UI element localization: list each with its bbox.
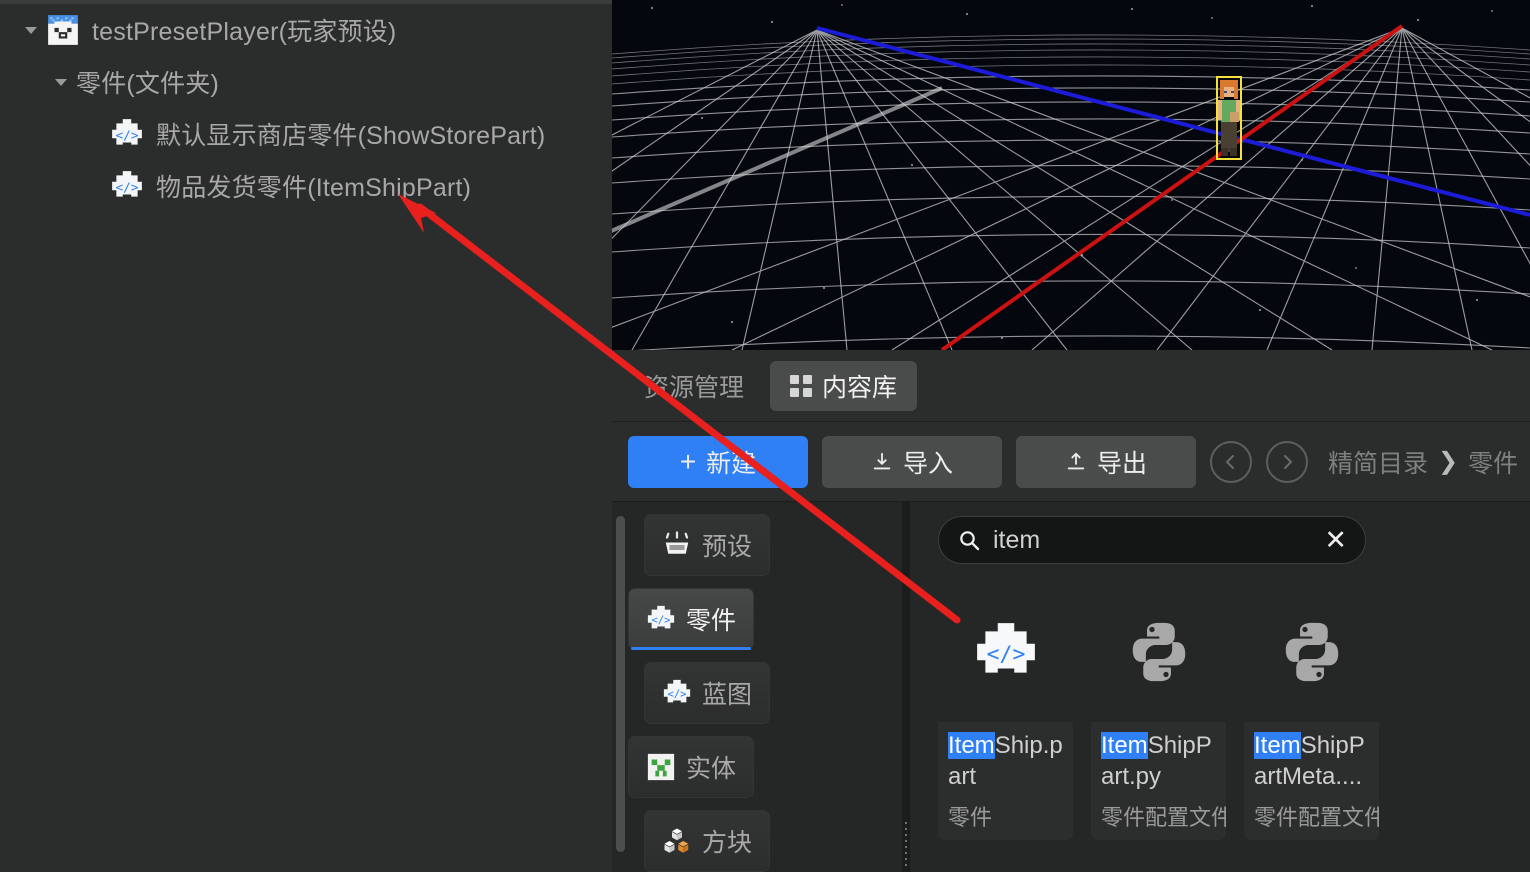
panel-tabbar: 资源管理 内容库: [612, 350, 1530, 422]
search-icon: [960, 531, 980, 551]
nav-back-button[interactable]: [1210, 440, 1252, 483]
library-body: 预设 </> 零件 </> 蓝图 实体 方块 item ✕ </> ItemSh…: [612, 502, 1530, 872]
search-value[interactable]: item: [993, 526, 1312, 555]
breadcrumb-item-current[interactable]: 零件: [1468, 444, 1518, 480]
upload-icon: [1067, 452, 1085, 469]
new-button-label: 新建: [706, 449, 757, 478]
part-icon: </>: [112, 119, 142, 145]
close-icon[interactable]: ✕: [1324, 526, 1347, 554]
chevron-down-icon[interactable]: [22, 21, 40, 39]
tree-node-label: 默认显示商店零件(ShowStorePart): [156, 122, 546, 150]
puzzle-code-icon: </>: [647, 605, 675, 629]
new-button[interactable]: + 新建: [628, 435, 808, 488]
match-highlight: Item: [1101, 732, 1148, 759]
download-icon: [873, 452, 891, 469]
scene-tree-panel[interactable]: testPresetPlayer(玩家预设) 零件(文件夹) </> 默认显示商…: [0, 0, 612, 872]
tab-label: 内容库: [822, 373, 898, 402]
list-item[interactable]: ItemShipPartMeta.... 零件配置文件: [1244, 582, 1379, 840]
tree-node-label: testPresetPlayer(玩家预设): [92, 18, 397, 46]
tree-row[interactable]: </> 默认显示商店零件(ShowStorePart): [0, 108, 612, 160]
category-label: 预设: [701, 533, 752, 561]
card-filetype: 零件配置文件: [1254, 805, 1379, 830]
import-button-label: 导入: [902, 449, 953, 478]
tree-node-label: 零件(文件夹): [76, 70, 220, 98]
category-label: 方块: [701, 829, 752, 857]
tree-row[interactable]: testPresetPlayer(玩家预设): [0, 4, 612, 56]
tree-row[interactable]: 零件(文件夹): [0, 56, 612, 108]
drag-handle-dots: [905, 822, 907, 866]
card-meta: ItemShip.part 零件: [938, 722, 1073, 840]
match-highlight: Item: [1254, 732, 1301, 759]
svg-text:</>: </>: [986, 642, 1025, 667]
python-icon: [1285, 622, 1338, 682]
part-icon: </>: [112, 171, 142, 197]
card-filename: ItemShipPart.py: [1101, 730, 1216, 792]
chevron-right-icon: ❯: [1438, 448, 1459, 475]
category-block[interactable]: 方块: [644, 810, 770, 872]
plus-icon: +: [679, 445, 697, 477]
card-meta: ItemShipPart.py 零件配置文件: [1091, 722, 1226, 840]
tab-label: 资源管理: [644, 373, 745, 402]
grid-icon: [790, 374, 813, 397]
card-filename: ItemShipPartMeta....: [1254, 730, 1369, 792]
card-thumbnail: </>: [938, 582, 1073, 722]
tree-row[interactable]: </> 物品发货零件(ItemShipPart): [0, 160, 612, 212]
creeper-icon: [647, 753, 675, 781]
library-toolbar: + 新建 导入 导出 精简目录 ❯ 零件: [612, 422, 1530, 502]
breadcrumb-item-root[interactable]: 精简目录: [1328, 444, 1428, 480]
category-scrollbar[interactable]: [612, 502, 628, 872]
svg-text:</>: </>: [115, 128, 138, 143]
category-label: 蓝图: [701, 681, 752, 709]
category-label: 实体: [685, 755, 736, 783]
panel-splitter[interactable]: [902, 502, 910, 872]
puzzle-code-icon: </>: [976, 623, 1035, 673]
category-preset[interactable]: 预设: [644, 514, 770, 576]
export-button-label: 导出: [1096, 449, 1147, 478]
3d-scene-viewport[interactable]: [612, 0, 1530, 350]
result-card-grid: </> ItemShip.part 零件 ItemShipPart.py 零件配…: [938, 582, 1530, 840]
open-box-icon: [665, 531, 689, 554]
match-highlight: Item: [948, 732, 995, 759]
import-button[interactable]: 导入: [822, 435, 1002, 488]
svg-text:</>: </>: [115, 180, 138, 195]
search-input[interactable]: item ✕: [938, 516, 1366, 564]
card-thumbnail: [1244, 582, 1379, 722]
card-thumbnail: [1091, 582, 1226, 722]
svg-text:</>: </>: [668, 688, 687, 700]
chevron-down-icon[interactable]: [52, 73, 70, 91]
category-entity[interactable]: 实体: [628, 736, 754, 798]
puzzle-code-icon: </>: [663, 679, 691, 703]
breadcrumb: 精简目录 ❯ 零件: [1328, 444, 1518, 480]
category-list[interactable]: 预设 </> 零件 </> 蓝图 实体 方块: [612, 502, 902, 872]
card-filetype: 零件: [948, 805, 993, 830]
search-results-area: item ✕ </> ItemShip.part 零件 ItemShipPart…: [910, 502, 1530, 872]
category-label: 零件: [685, 607, 736, 635]
nav-forward-button[interactable]: [1266, 440, 1308, 483]
blocks-icon: [664, 828, 689, 853]
category-blueprint[interactable]: </> 蓝图: [644, 662, 770, 724]
player-preset-icon: [48, 15, 78, 45]
card-meta: ItemShipPartMeta.... 零件配置文件: [1244, 722, 1379, 840]
tree-node-label: 物品发货零件(ItemShipPart): [156, 174, 472, 202]
tab-content-library[interactable]: 内容库: [770, 360, 918, 411]
card-filetype: 零件配置文件: [1101, 805, 1226, 830]
list-item[interactable]: </> ItemShip.part 零件: [938, 582, 1073, 840]
card-filename: ItemShip.part: [948, 730, 1063, 792]
list-item[interactable]: ItemShipPart.py 零件配置文件: [1091, 582, 1226, 840]
scrollbar-thumb[interactable]: [615, 516, 625, 852]
chevron-right-icon: [1284, 454, 1292, 469]
category-part[interactable]: </> 零件: [628, 588, 754, 650]
svg-text:</>: </>: [652, 614, 671, 626]
tab-resource-manager[interactable]: 资源管理: [624, 361, 764, 411]
export-button[interactable]: 导出: [1016, 435, 1196, 488]
chevron-left-icon: [1226, 454, 1234, 469]
python-icon: [1132, 622, 1185, 682]
content-library-panel: 资源管理 内容库 + 新建 导入 导出 精简目录 ❯ 零件 预设 </> 零件 …: [612, 350, 1530, 872]
